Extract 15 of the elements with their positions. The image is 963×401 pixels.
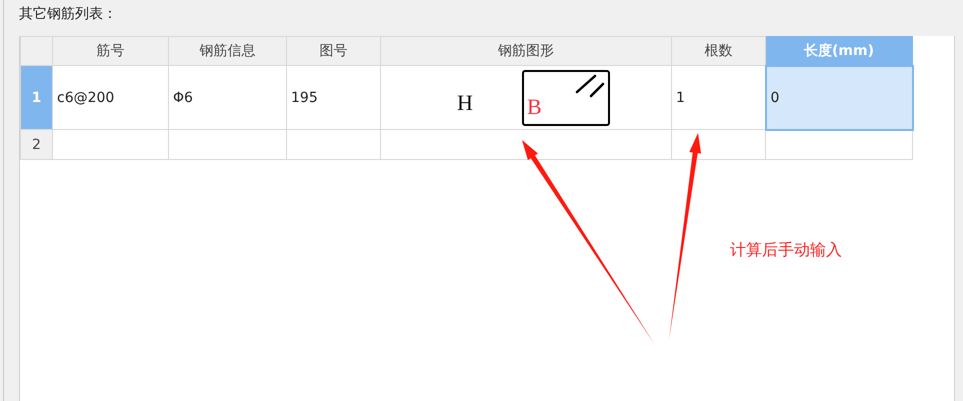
hook-lines-icon (575, 74, 605, 98)
section-title: 其它钢筋列表： (19, 5, 118, 24)
row-header[interactable]: 2 (20, 130, 52, 160)
table-cell[interactable]: 0 (766, 66, 912, 130)
table-cell[interactable]: 195 (286, 66, 380, 130)
column-header[interactable]: 根数 (672, 36, 766, 66)
shape-label: H (457, 90, 473, 116)
table-cell[interactable]: c6@200 (52, 66, 168, 130)
column-header[interactable]: 钢筋信息 (168, 36, 286, 66)
table-cell[interactable]: Φ6 (168, 66, 286, 130)
column-header[interactable]: 图号 (286, 36, 380, 66)
column-header[interactable]: 钢筋图形 (380, 36, 672, 66)
column-header[interactable]: 筋号 (52, 36, 168, 66)
shape-label: B (527, 94, 542, 120)
annotation-text: 计算后手动输入 (730, 240, 842, 261)
